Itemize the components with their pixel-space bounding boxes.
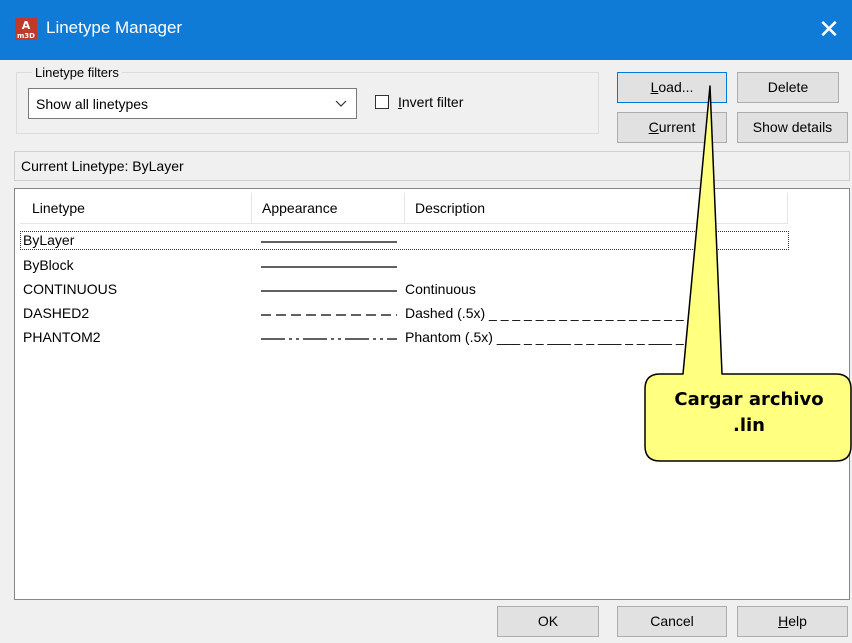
callout-annotation: [644, 85, 852, 462]
callout-line-1: Cargar archivo: [674, 389, 824, 410]
callout-line-2: .lin: [733, 415, 765, 436]
callout-text: Cargar archivo .lin: [646, 387, 852, 439]
